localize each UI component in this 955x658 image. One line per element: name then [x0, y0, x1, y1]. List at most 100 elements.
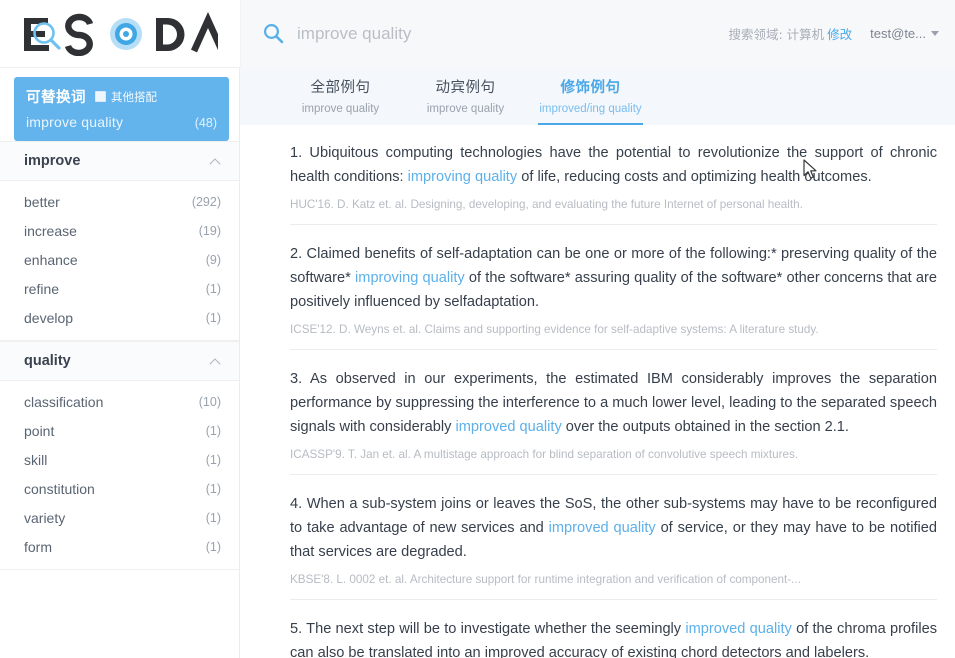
synonym-group-header-quality[interactable]: quality: [0, 341, 239, 381]
synonym-word-label: constitution: [24, 480, 95, 497]
result-item: 1. Ubiquitous computing technologies hav…: [290, 125, 937, 225]
result-citation[interactable]: HUC'16. D. Katz et. al. Designing, devel…: [290, 198, 937, 211]
synonym-group-title: quality: [24, 353, 71, 369]
search-bar[interactable]: 搜索领域: 计算机修改 test@te...: [240, 0, 955, 67]
synonym-word-label: variety: [24, 509, 66, 526]
synonym-word-item[interactable]: classification (10): [0, 387, 239, 416]
synonym-word-label: develop: [24, 309, 74, 326]
synonym-group-title: improve: [24, 153, 81, 169]
synonym-word-count: (1): [205, 423, 221, 438]
synonym-word-count: (1): [205, 310, 221, 325]
result-text-before: The next step will be to investigate whe…: [302, 621, 686, 637]
result-highlight[interactable]: improved quality: [685, 621, 791, 637]
synonym-word-label: point: [24, 422, 55, 439]
result-index: 1.: [290, 145, 303, 161]
result-index: 2.: [290, 246, 303, 262]
tab-2[interactable]: 动宾例句 improve quality: [403, 67, 528, 125]
result-item: 5. The next step will be to investigate …: [290, 600, 937, 658]
synonym-word-item[interactable]: constitution (1): [0, 474, 239, 503]
result-index: 5.: [290, 621, 303, 637]
synonym-word-item[interactable]: form (1): [0, 532, 239, 561]
user-menu-label: test@te...: [870, 26, 926, 41]
synonym-word-count: (1): [205, 452, 221, 467]
synonym-groups: improve better (292) increase (19) enhance (9)…: [0, 141, 239, 570]
other-collocation-label: 其他搭配: [111, 89, 157, 104]
synonym-word-count: (1): [205, 510, 221, 525]
tab-subtitle: improved/ing quality: [539, 103, 642, 115]
synonym-word-count: (9): [205, 252, 221, 267]
synonym-word-list: better (292) increase (19) enhance (9) refine (…: [0, 181, 239, 340]
chevron-up-icon[interactable]: [210, 158, 221, 165]
synonym-word-item[interactable]: variety (1): [0, 503, 239, 532]
synonym-word-list: classification (10) point (1) skill (1) consti…: [0, 381, 239, 569]
search-domain-edit-link[interactable]: 修改: [827, 27, 852, 42]
logo-wrap: [0, 0, 240, 67]
synonym-panel-title: 可替换词: [26, 90, 86, 106]
synonym-word-item[interactable]: skill (1): [0, 445, 239, 474]
tab-title: 全部例句: [310, 80, 371, 96]
result-text-after: over the outputs obtained in the section…: [561, 419, 849, 435]
search-input[interactable]: [297, 18, 729, 49]
result-citation[interactable]: ICSE'12. D. Weyns et. al. Claims and sup…: [290, 323, 937, 336]
header-right: 搜索领域: 计算机 修改 test@te...: [728, 24, 939, 43]
result-item: 2. Claimed benefits of self-adaptation c…: [290, 225, 937, 350]
result-sentence: 4. When a sub-system joins or leaves the…: [290, 492, 937, 564]
chevron-up-icon[interactable]: [210, 358, 221, 365]
result-item: 4. When a sub-system joins or leaves the…: [290, 475, 937, 600]
synonym-word-label: form: [24, 538, 52, 555]
result-citation[interactable]: KBSE'8. L. 0002 et. al. Architecture sup…: [290, 573, 937, 586]
esoda-logo-icon: [24, 11, 218, 56]
synonym-query-count: (48): [194, 116, 217, 130]
synonym-word-label: better: [24, 193, 60, 210]
result-sentence: 1. Ubiquitous computing technologies hav…: [290, 141, 937, 189]
other-collocation-checkbox[interactable]: 其他搭配: [95, 89, 157, 105]
result-index: 3.: [290, 371, 303, 387]
result-citation[interactable]: ICASSP'9. T. Jan et. al. A multistage ap…: [290, 448, 937, 461]
tab-title: 修饰例句: [560, 80, 621, 96]
result-highlight[interactable]: improving quality: [355, 270, 465, 286]
synonym-word-item[interactable]: refine (1): [0, 274, 239, 303]
tab-title: 动宾例句: [435, 80, 496, 96]
result-highlight[interactable]: improving quality: [408, 169, 518, 185]
synonym-word-label: enhance: [24, 251, 78, 268]
search-domain-label: 搜索领域: 计算机: [728, 27, 825, 42]
synonym-word-count: (1): [205, 481, 221, 496]
example-tabs: 全部例句 improve quality 动宾例句 improve quality 修饰…: [240, 67, 955, 125]
synonym-word-item[interactable]: increase (19): [0, 216, 239, 245]
synonym-word-count: (292): [191, 194, 221, 209]
result-highlight[interactable]: improved quality: [455, 419, 561, 435]
synonym-word-label: skill: [24, 451, 48, 468]
synonym-group-header-improve[interactable]: improve: [0, 141, 239, 181]
synonym-word-label: increase: [24, 222, 77, 239]
synonym-query-row: improve quality (48): [26, 114, 217, 130]
result-text-after: of life, reducing costs and optimizing h…: [517, 169, 872, 185]
synonym-group-quality: quality classification (10) point (1) skill (1…: [0, 341, 239, 570]
synonym-query-text: improve quality: [26, 114, 124, 130]
esoda-logo[interactable]: [18, 11, 218, 56]
synonym-word-item[interactable]: better (292): [0, 187, 239, 216]
synonym-word-count: (10): [198, 394, 221, 409]
result-highlight[interactable]: improved quality: [549, 520, 656, 536]
tab-subtitle: improve quality: [426, 103, 505, 115]
search-icon: [262, 23, 284, 45]
synonym-sidebar: 可替换词 其他搭配 improve quality (48) improve be…: [0, 67, 240, 658]
synonym-group-improve: improve better (292) increase (19) enhance (9)…: [0, 141, 239, 341]
synonym-word-count: (1): [205, 539, 221, 554]
tab-subtitle: improve quality: [301, 103, 380, 115]
results-list: 1. Ubiquitous computing technologies hav…: [240, 125, 955, 658]
synonym-word-item[interactable]: develop (1): [0, 303, 239, 332]
synonym-word-item[interactable]: point (1): [0, 416, 239, 445]
synonym-word-count: (1): [205, 281, 221, 296]
synonym-word-item[interactable]: enhance (9): [0, 245, 239, 274]
synonym-word-count: (19): [198, 223, 221, 238]
search-domain: 搜索领域: 计算机 修改: [728, 24, 852, 43]
tab-1[interactable]: 全部例句 improve quality: [278, 67, 403, 125]
tab-3[interactable]: 修饰例句 improved/ing quality: [528, 67, 653, 125]
result-index: 4.: [290, 496, 303, 512]
result-item: 3. As observed in our experiments, the e…: [290, 350, 937, 475]
result-sentence: 3. As observed in our experiments, the e…: [290, 367, 937, 439]
result-sentence: 5. The next step will be to investigate …: [290, 617, 937, 658]
app-header: 搜索领域: 计算机修改 test@te...: [0, 0, 955, 67]
chevron-down-icon: [931, 31, 939, 36]
user-menu[interactable]: test@te...: [870, 26, 939, 41]
